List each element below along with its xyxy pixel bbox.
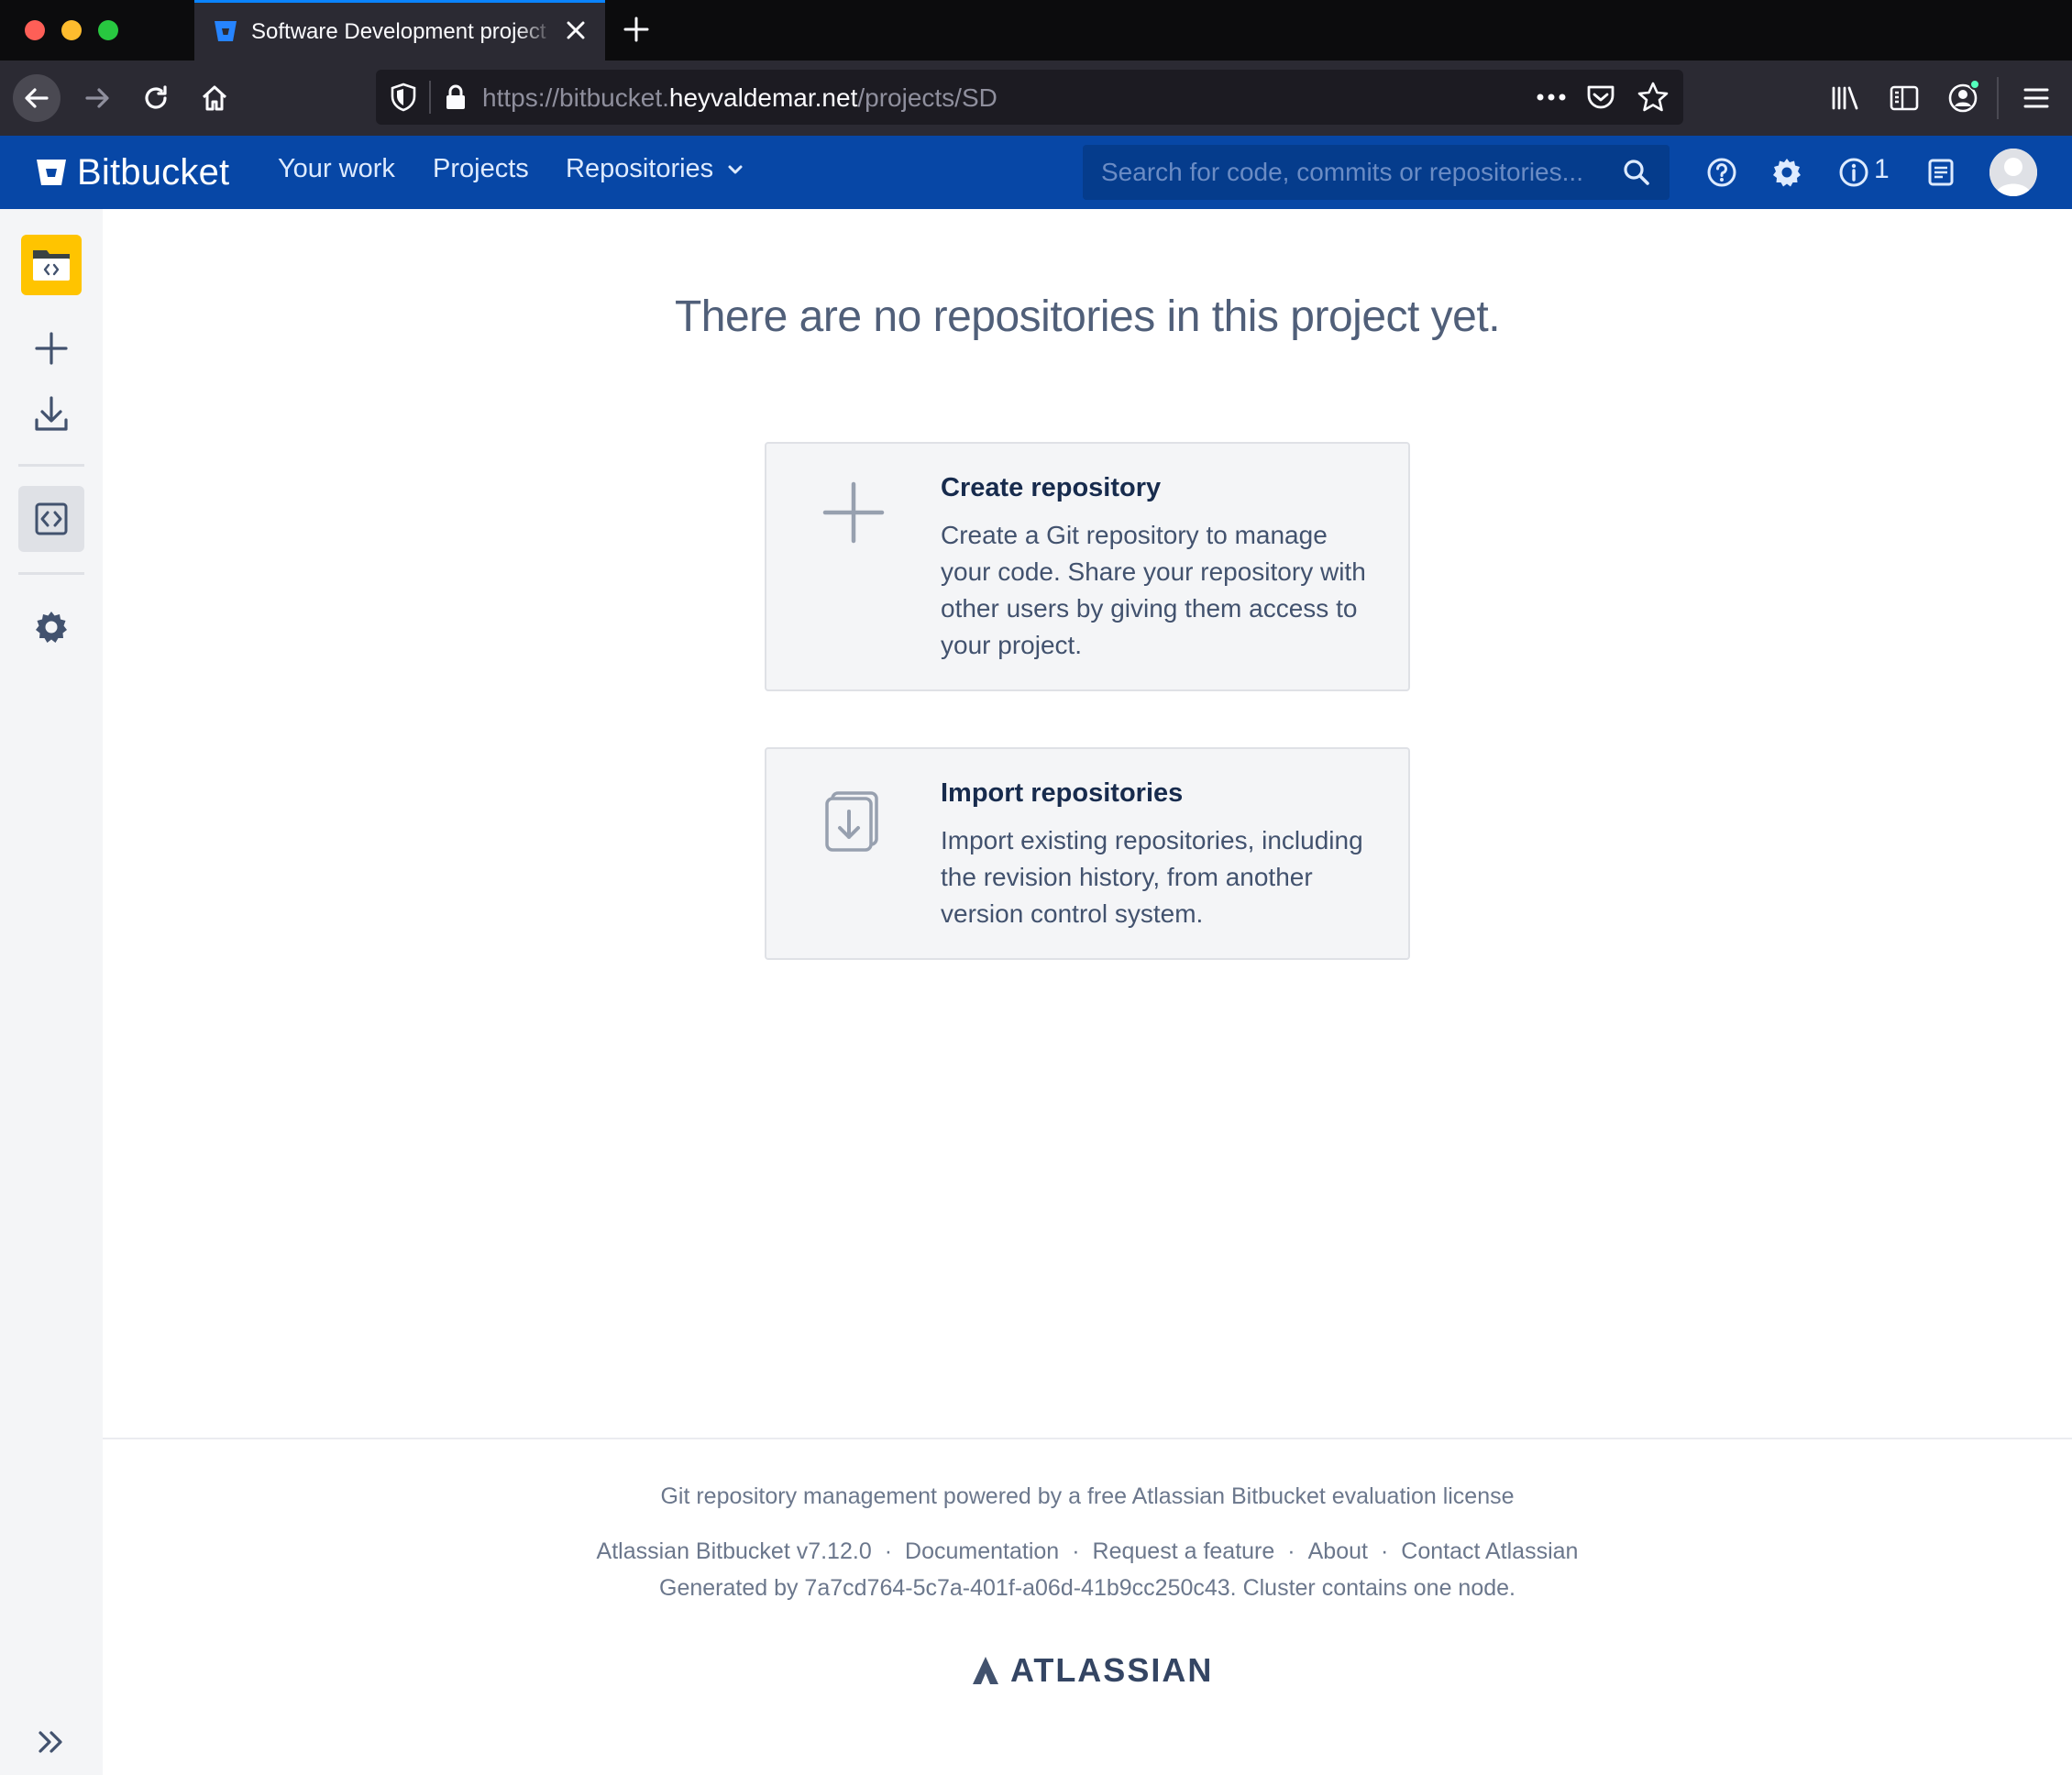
footer-links: Atlassian Bitbucket v7.12.0 · Documentatio… xyxy=(103,1538,2072,1565)
url-text[interactable]: https://bitbucket.heyvaldemar.net/projec… xyxy=(482,83,997,113)
footer-separator: · xyxy=(1072,1538,1080,1564)
footer-version-link[interactable]: Atlassian Bitbucket v7.12.0 xyxy=(597,1538,872,1564)
lock-icon[interactable] xyxy=(440,82,471,113)
url-prefix: https://bitbucket. xyxy=(482,83,669,112)
footer-about-link[interactable]: About xyxy=(1308,1538,1368,1564)
project-avatar[interactable] xyxy=(21,235,82,295)
search-icon[interactable] xyxy=(1622,158,1651,187)
address-bar[interactable]: https://bitbucket.heyvaldemar.net/projec… xyxy=(376,70,1683,125)
back-button[interactable] xyxy=(13,74,61,122)
minimize-window-button[interactable] xyxy=(61,20,82,40)
sidebar-divider xyxy=(18,464,84,467)
create-repository-title[interactable]: Create repository xyxy=(941,473,1161,503)
create-repository-description: Create a Git repository to manage your c… xyxy=(941,521,1366,659)
search-placeholder: Search for code, commits or repositories… xyxy=(1101,158,1583,186)
new-tab-icon[interactable] xyxy=(618,11,655,48)
close-tab-icon[interactable] xyxy=(561,16,590,45)
bitbucket-logo-icon xyxy=(37,160,66,185)
sidebar-divider xyxy=(18,572,84,575)
chevron-down-icon xyxy=(728,165,743,173)
arrow-right-icon xyxy=(85,88,109,108)
nav-projects[interactable]: Projects xyxy=(433,154,529,184)
browser-tab-bar: Software Development project xyxy=(0,0,2072,61)
url-path: /projects/SD xyxy=(857,83,997,112)
expand-sidebar-icon[interactable] xyxy=(31,1722,72,1762)
import-download-icon[interactable] xyxy=(31,394,72,435)
project-settings-gear-icon[interactable] xyxy=(31,607,72,647)
arrow-left-icon xyxy=(25,88,49,108)
bitbucket-logo[interactable]: Bitbucket xyxy=(35,149,229,196)
browser-tab[interactable]: Software Development project xyxy=(194,0,605,61)
page-title: There are no repositories in this projec… xyxy=(674,292,1501,341)
footer: Git repository management powered by a f… xyxy=(103,1438,2072,1775)
bookmark-star-icon[interactable] xyxy=(1636,80,1670,115)
reload-icon xyxy=(145,85,167,109)
project-folder-icon xyxy=(33,250,70,281)
info-icon[interactable] xyxy=(1835,154,1872,191)
brand-name: Bitbucket xyxy=(77,151,230,193)
search-input[interactable]: Search for code, commits or repositories… xyxy=(1083,145,1670,200)
home-icon xyxy=(202,85,227,111)
sidebar-toggle-icon[interactable] xyxy=(1887,81,1922,116)
import-repositories-title[interactable]: Import repositories xyxy=(941,778,1183,809)
bitbucket-favicon-icon xyxy=(215,21,237,41)
user-icon xyxy=(1989,149,2037,196)
home-button[interactable] xyxy=(191,74,238,122)
footer-separator: · xyxy=(1380,1538,1389,1564)
project-sidebar xyxy=(0,209,103,1775)
create-repository-card[interactable]: Create repository Create a Git repositor… xyxy=(765,442,1410,691)
address-bar-divider xyxy=(429,81,431,114)
user-avatar[interactable] xyxy=(1989,149,2037,196)
account-status-dot xyxy=(1969,79,1980,90)
whats-new-icon[interactable] xyxy=(1923,154,1959,191)
url-host: heyvaldemar.net xyxy=(668,83,858,112)
info-count-badge[interactable]: 1 xyxy=(1874,154,1890,185)
nav-repositories-label: Repositories xyxy=(566,154,714,183)
footer-contact-link[interactable]: Contact Atlassian xyxy=(1401,1538,1578,1564)
toolbar-divider xyxy=(1997,77,1999,119)
nav-your-work[interactable]: Your work xyxy=(278,154,395,184)
atlassian-logo[interactable]: ATLASSIAN xyxy=(970,1651,1214,1689)
create-plus-icon[interactable] xyxy=(31,328,72,369)
tab-title: Software Development project xyxy=(251,19,554,45)
repositories-code-icon[interactable] xyxy=(31,499,72,539)
generated-by-text: Generated by 7a7cd764-5c7a-401f-a06d-41b… xyxy=(659,1575,1515,1601)
help-icon[interactable] xyxy=(1703,154,1740,191)
import-repositories-card[interactable]: Import repositories Import existing repo… xyxy=(765,747,1410,960)
import-repositories-description: Import existing repositories, including … xyxy=(941,826,1363,928)
reload-button[interactable] xyxy=(132,74,180,122)
hamburger-menu-icon[interactable] xyxy=(2019,81,2054,116)
footer-request-feature-link[interactable]: Request a feature xyxy=(1093,1538,1275,1564)
atlassian-wordmark: ATLASSIAN xyxy=(1010,1651,1214,1689)
gear-icon[interactable] xyxy=(1769,154,1805,191)
import-icon xyxy=(825,791,878,852)
tracking-protection-shield-icon[interactable] xyxy=(387,81,420,114)
footer-documentation-link[interactable]: Documentation xyxy=(905,1538,1059,1564)
library-icon[interactable] xyxy=(1828,81,1863,116)
bitbucket-header: Bitbucket Your work Projects Repositorie… xyxy=(0,136,2072,209)
page-actions-more-icon[interactable] xyxy=(1533,81,1570,114)
license-notice: Git repository management powered by a f… xyxy=(660,1483,1515,1509)
atlassian-logo-icon xyxy=(973,1657,998,1684)
footer-separator: · xyxy=(884,1538,893,1564)
pocket-icon[interactable] xyxy=(1584,81,1617,114)
close-window-button[interactable] xyxy=(25,20,45,40)
zoom-window-button[interactable] xyxy=(98,20,118,40)
browser-toolbar: https://bitbucket.heyvaldemar.net/projec… xyxy=(0,61,2072,136)
nav-repositories[interactable]: Repositories xyxy=(566,154,746,184)
plus-icon xyxy=(822,481,885,544)
footer-separator: · xyxy=(1287,1538,1295,1564)
forward-button[interactable] xyxy=(73,74,121,122)
